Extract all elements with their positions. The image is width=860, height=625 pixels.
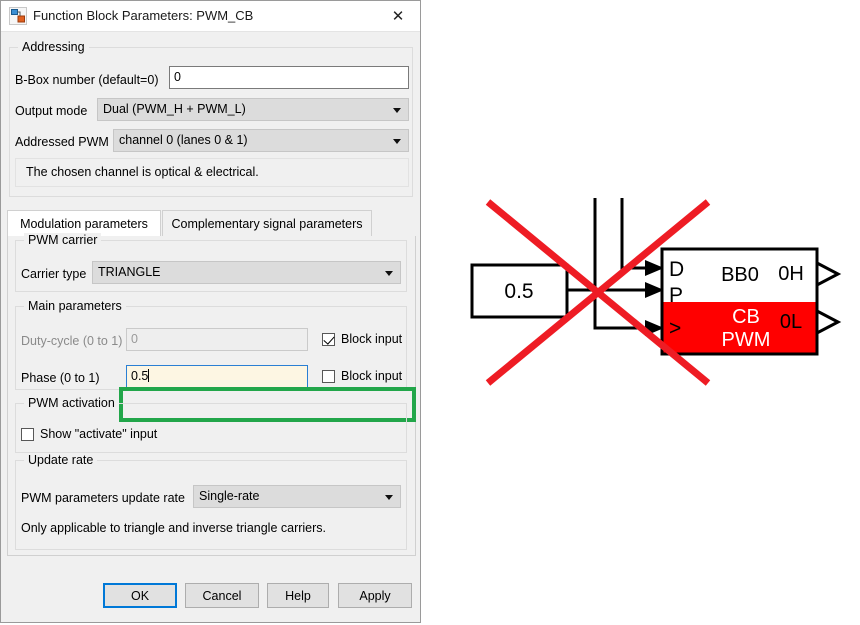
- constant-value: 0.5: [504, 280, 533, 303]
- help-button-label: Help: [285, 588, 311, 603]
- duty-cycle-block-input-label: Block input: [341, 332, 403, 346]
- chevron-down-icon: [385, 495, 393, 500]
- pwm-cb-block[interactable]: D P > BB0 CB PWM 0H 0L: [660, 247, 819, 356]
- phase-label: Phase (0 to 1): [21, 371, 100, 385]
- cancel-button-label: Cancel: [202, 588, 242, 603]
- phase-input[interactable]: 0.5: [126, 365, 308, 388]
- help-button[interactable]: Help: [267, 583, 329, 608]
- addressing-group-title: Addressing: [18, 40, 89, 54]
- addressed-pwm-value: channel 0 (lanes 0 & 1): [119, 133, 248, 147]
- addressed-pwm-select[interactable]: channel 0 (lanes 0 & 1): [113, 129, 409, 152]
- function-block-parameters-dialog: Function Block Parameters: PWM_CB ✕ Addr…: [0, 0, 421, 623]
- phase-block-input-label: Block input: [341, 369, 403, 383]
- carrier-type-label: Carrier type: [21, 267, 87, 281]
- phase-input-value: 0.5: [131, 369, 149, 383]
- tab-complementary-signal-parameters[interactable]: Complementary signal parameters: [162, 210, 372, 236]
- checkbox-icon: [21, 427, 34, 441]
- duty-cycle-input: 0: [126, 328, 308, 351]
- phase-block-input-checkbox[interactable]: Block input: [322, 369, 402, 383]
- carrier-type-value: TRIANGLE: [98, 265, 161, 279]
- tab-complementary-signal-parameters-label: Complementary signal parameters: [171, 216, 363, 231]
- tab-modulation-parameters-label: Modulation parameters: [20, 216, 148, 231]
- chevron-down-icon: [385, 271, 393, 276]
- output-mode-value: Dual (PWM_H + PWM_L): [103, 102, 246, 116]
- cancel-button[interactable]: Cancel: [185, 583, 259, 608]
- dialog-title: Function Block Parameters: PWM_CB: [33, 8, 254, 23]
- addressed-pwm-label: Addressed PWM: [15, 135, 109, 149]
- checkbox-icon: [322, 369, 335, 383]
- update-rate-label: PWM parameters update rate: [21, 491, 185, 505]
- simulink-block-icon: [9, 7, 27, 25]
- show-activate-input-checkbox[interactable]: Show "activate" input: [21, 427, 157, 441]
- output-mode-label: Output mode: [15, 104, 88, 118]
- apply-button-label: Apply: [359, 588, 391, 603]
- apply-button[interactable]: Apply: [338, 583, 412, 608]
- output-label-0l: 0L: [780, 311, 802, 333]
- text-caret: [148, 369, 150, 382]
- constant-block[interactable]: 0.5: [470, 263, 569, 319]
- output-port-arrows: [815, 260, 842, 336]
- chevron-down-icon: [393, 108, 401, 113]
- port-label-d: D: [669, 258, 684, 281]
- channel-info-text: The chosen channel is optical & electric…: [26, 165, 259, 179]
- ok-button-label: OK: [130, 588, 150, 603]
- channel-info-box: The chosen channel is optical & electric…: [15, 158, 409, 187]
- block-name-line1: CB: [732, 306, 760, 328]
- port-label-clk: >: [669, 317, 681, 340]
- ok-button[interactable]: OK: [103, 583, 177, 608]
- update-rate-value: Single-rate: [199, 489, 260, 503]
- output-label-0h: 0H: [778, 263, 804, 285]
- simulink-block-diagram: 0.5 D P > BB0 CB PWM 0H 0L: [440, 180, 860, 420]
- device-label: BB0: [721, 264, 759, 286]
- block-name-line2: PWM: [722, 329, 771, 351]
- bbox-number-label: B-Box number (default=0): [15, 73, 159, 87]
- show-activate-input-label: Show "activate" input: [40, 427, 158, 441]
- duty-cycle-block-input-checkbox[interactable]: Block input: [322, 332, 402, 346]
- carrier-type-select[interactable]: TRIANGLE: [92, 261, 401, 284]
- bbox-number-input[interactable]: 0: [169, 66, 409, 89]
- update-rate-note: Only applicable to triangle and inverse …: [21, 521, 327, 535]
- dialog-button-bar: OK Cancel Help Apply: [1, 560, 420, 622]
- diagram-canvas: 0.5 D P > BB0 CB PWM 0H 0L: [470, 198, 842, 386]
- close-icon[interactable]: ✕: [376, 1, 420, 31]
- pwm-activation-group-title: PWM activation: [24, 396, 119, 410]
- duty-cycle-label: Duty-cycle (0 to 1): [21, 334, 123, 348]
- output-mode-select[interactable]: Dual (PWM_H + PWM_L): [97, 98, 409, 121]
- pwm-carrier-group-title: PWM carrier: [24, 233, 102, 247]
- update-rate-select[interactable]: Single-rate: [193, 485, 401, 508]
- title-bar: Function Block Parameters: PWM_CB ✕: [1, 1, 420, 32]
- main-parameters-group-title: Main parameters: [24, 299, 126, 313]
- checkbox-icon: [322, 332, 335, 346]
- update-rate-group-title: Update rate: [24, 453, 98, 467]
- dialog-content: Addressing B-Box number (default=0) 0 Ou…: [1, 32, 420, 622]
- port-label-p: P: [669, 284, 683, 307]
- chevron-down-icon: [393, 139, 401, 144]
